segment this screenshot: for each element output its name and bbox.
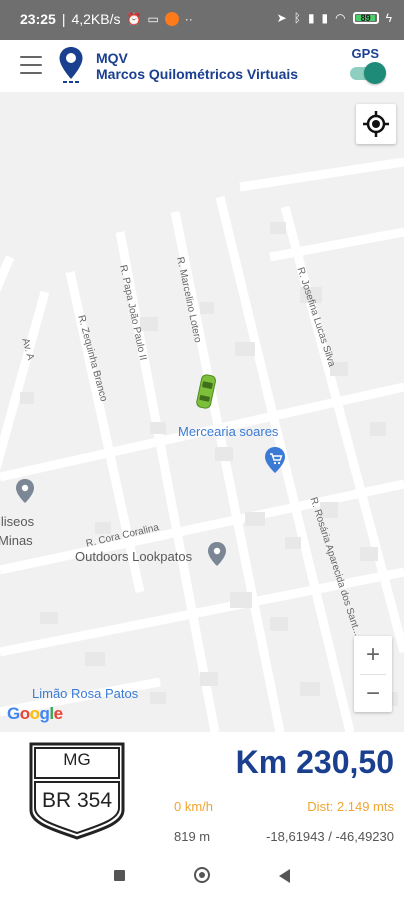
app-title: MQV Marcos Quilométricos Virtuais (96, 50, 298, 82)
zoom-in-button[interactable]: + (354, 636, 392, 674)
altitude-value: 819 m (174, 829, 211, 844)
app-bar: MQV Marcos Quilométricos Virtuais GPS (0, 40, 404, 92)
poi-label-mercearia[interactable]: Mercearia soares (178, 424, 278, 439)
google-logo: Google (7, 704, 63, 723)
status-right: ➤ ᛒ ▮ ▮ ◠ 89 ϟ (277, 11, 392, 25)
battery-icon: 89 (352, 12, 379, 24)
app-title-full: Marcos Quilométricos Virtuais (96, 66, 299, 82)
status-left: 23:25 | 4,2KB/s ⏰ ▭ ·· (20, 11, 193, 27)
route-info-panel: MG BR 354 Km 230,50 0 km/h Dist: 2.149 m… (0, 732, 404, 852)
gps-label: GPS (351, 46, 379, 61)
more-dots-icon: ·· (184, 12, 193, 26)
coordinates-value: -18,61943 / -46,49230 (266, 829, 394, 844)
map-view[interactable]: Av. A R. Zequinha Branco R. Papa João Pa… (0, 92, 404, 732)
status-time: 23:25 (20, 11, 56, 27)
system-nav-bar (0, 852, 404, 900)
place-pin-icon[interactable] (14, 478, 36, 504)
home-button[interactable] (194, 867, 210, 883)
poi-label-limao[interactable]: Limão Rosa Patos (32, 686, 138, 701)
shopping-cart-pin-icon[interactable] (263, 446, 287, 474)
app-title-short: MQV (96, 50, 128, 66)
recent-apps-button[interactable] (114, 870, 125, 881)
poi-label-iliseos[interactable]: iliseos Minas (0, 512, 34, 550)
status-bar: 23:25 | 4,2KB/s ⏰ ▭ ·· ➤ ᛒ ▮ ▮ ◠ 89 ϟ (0, 0, 404, 40)
gps-toggle-knob (364, 62, 386, 84)
place-pin-icon-outdoors[interactable] (206, 541, 228, 567)
bluetooth-icon: ᛒ (293, 11, 301, 25)
map-pin-icon (59, 47, 83, 83)
map-roads (0, 157, 404, 732)
car-marker-icon (196, 374, 216, 409)
distance-value: Dist: 2.149 mts (307, 799, 394, 814)
kilometer-marker: Km 230,50 (235, 744, 394, 780)
charging-icon: ϟ (385, 11, 392, 25)
poi-label-iliseos-line1: iliseos (0, 514, 35, 529)
signal-icon-2: ▮ (321, 11, 329, 25)
speed-value: 0 km/h (174, 799, 214, 814)
status-sep: | (61, 11, 66, 27)
wifi-icon: ◠ (335, 11, 346, 25)
my-location-button[interactable] (356, 104, 396, 144)
back-button[interactable] (279, 869, 290, 883)
poi-label-iliseos-line2: Minas (0, 533, 33, 548)
gps-toggle[interactable] (346, 62, 386, 84)
battery-level: 89 (360, 13, 371, 23)
signal-icon: ▮ (307, 11, 315, 25)
location-arrow-icon: ➤ (276, 11, 287, 25)
shield-state: MG (63, 750, 91, 769)
zoom-out-button[interactable]: − (354, 675, 392, 713)
zoom-controls: + − (354, 636, 392, 712)
laptop-icon: ▭ (147, 12, 159, 26)
shield-road: BR 354 (41, 789, 113, 812)
poi-label-outdoors[interactable]: Outdoors Lookpatos (75, 549, 192, 564)
status-net-speed: 4,2KB/s (71, 11, 121, 27)
crosshair-icon (363, 111, 389, 137)
menu-icon[interactable] (20, 56, 42, 74)
alarm-icon: ⏰ (126, 12, 142, 26)
notification-app-icon (164, 12, 179, 26)
